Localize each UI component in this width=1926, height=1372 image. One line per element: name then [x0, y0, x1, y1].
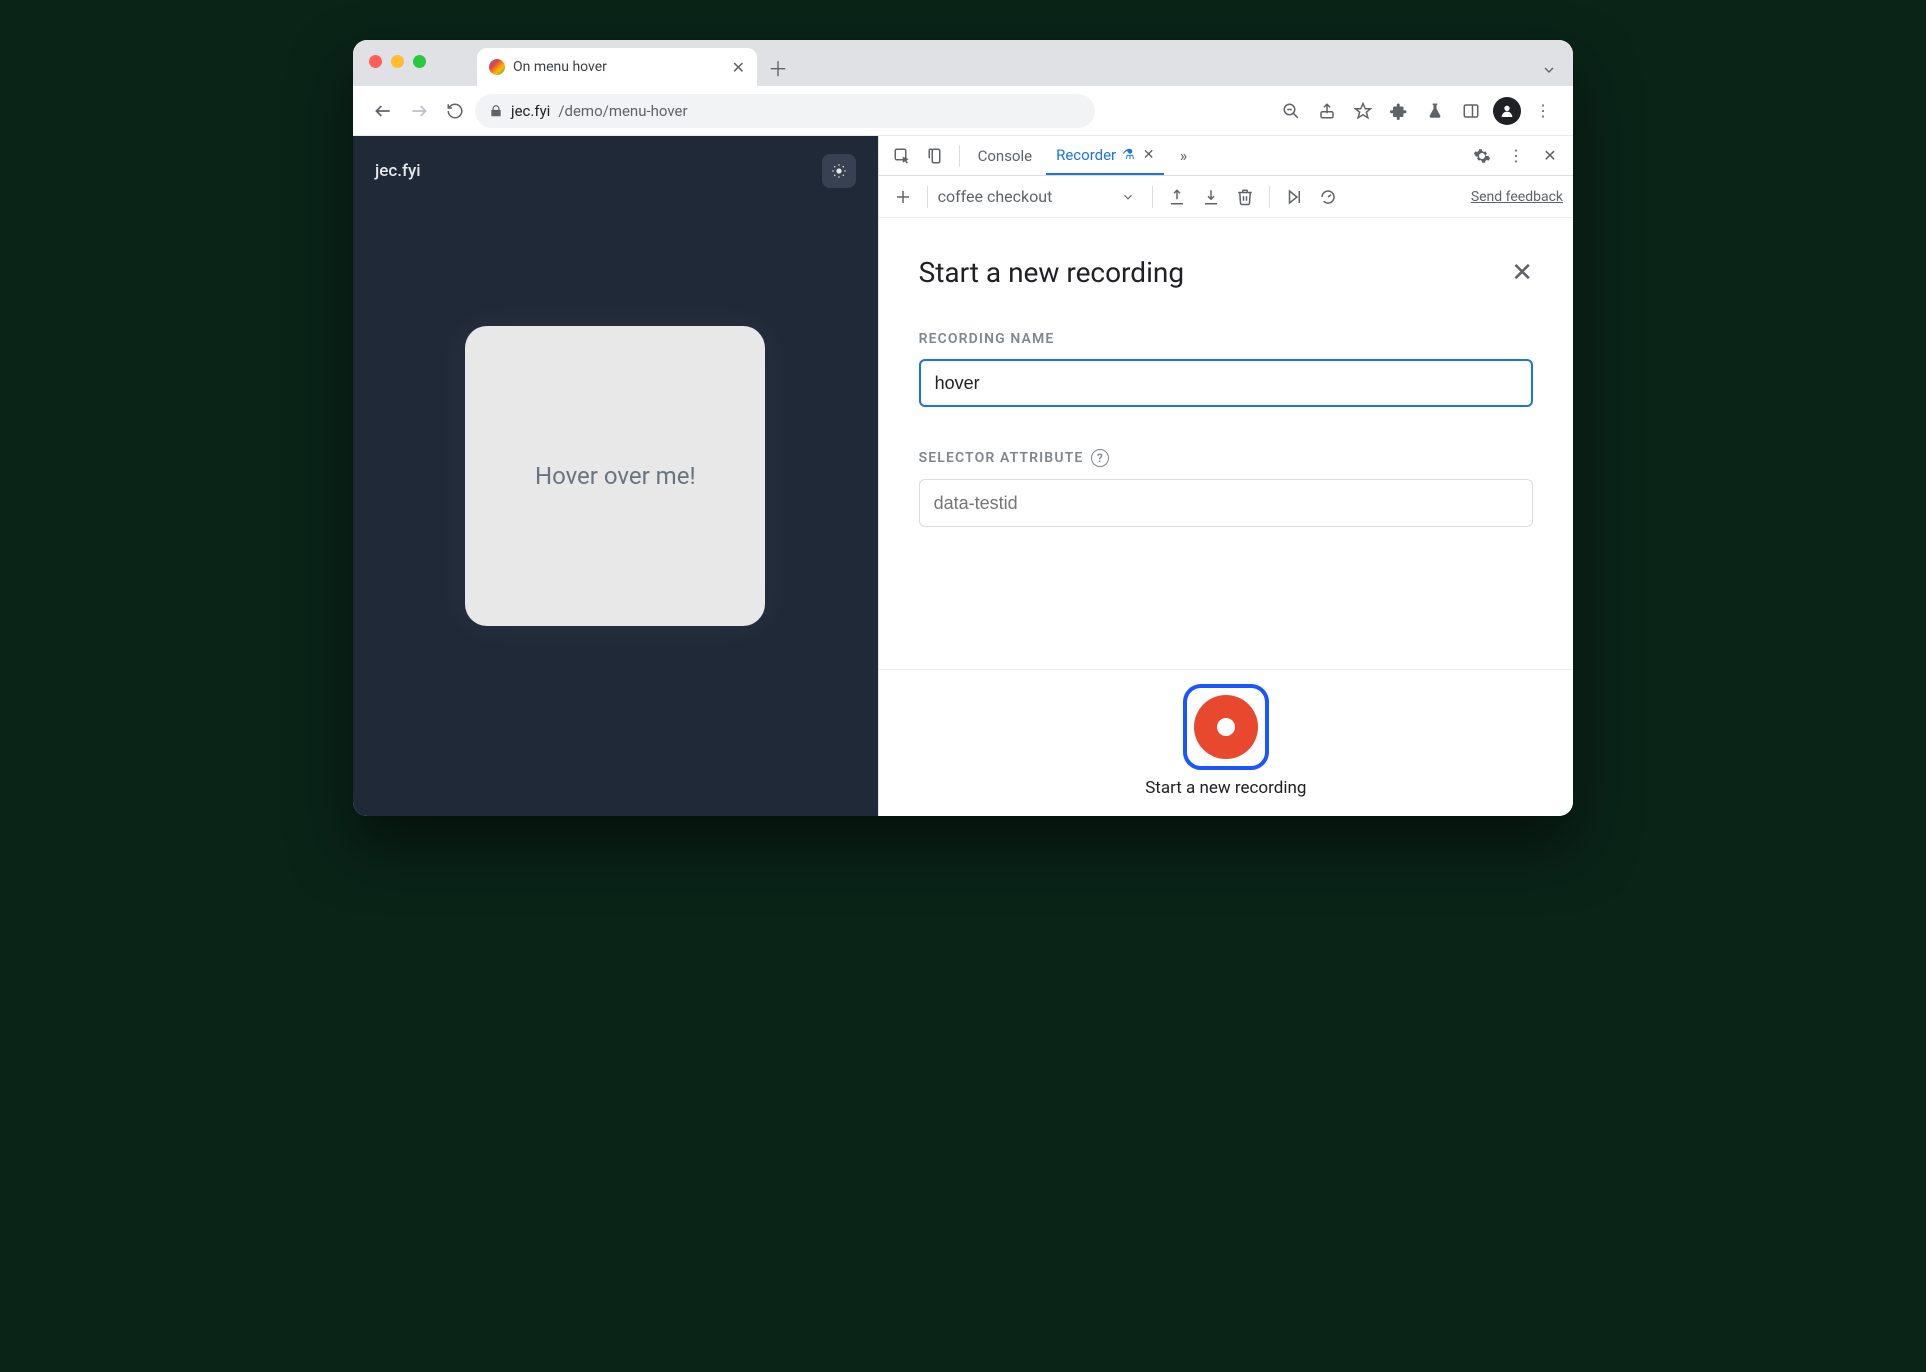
tab-strip: On menu hover ✕ ＋ — [477, 40, 793, 86]
extensions-icon[interactable] — [1383, 95, 1415, 127]
share-icon[interactable] — [1311, 95, 1343, 127]
tab-recorder-close-icon[interactable]: ✕ — [1143, 147, 1155, 163]
experimental-flask-icon: ⚗ — [1122, 147, 1135, 163]
titlebar: On menu hover ✕ ＋ — [353, 40, 1573, 86]
reload-button[interactable] — [439, 95, 471, 127]
labs-flask-icon[interactable] — [1419, 95, 1451, 127]
export-icon[interactable] — [1163, 183, 1191, 211]
delete-icon[interactable] — [1231, 183, 1259, 211]
recorder-panel-close-icon[interactable]: ✕ — [1511, 258, 1533, 288]
zoom-out-icon[interactable] — [1275, 95, 1307, 127]
device-toggle-icon[interactable] — [921, 141, 951, 171]
profile-avatar[interactable] — [1491, 95, 1523, 127]
import-icon[interactable] — [1197, 183, 1225, 211]
toolbar-actions: ⋮ — [1275, 95, 1559, 127]
tab-console[interactable]: Console — [968, 136, 1043, 175]
window-controls — [369, 55, 426, 68]
tab-close-icon[interactable]: ✕ — [732, 58, 745, 77]
maximize-window-button[interactable] — [413, 55, 426, 68]
devtools-pane: Console Recorder ⚗ ✕ » ⋮ ✕ — [878, 136, 1573, 816]
url-path: /demo/menu-hover — [558, 102, 687, 120]
inspect-element-icon[interactable] — [887, 141, 917, 171]
favicon-icon — [489, 59, 505, 75]
tab-expand-button[interactable] — [1541, 62, 1557, 78]
recorder-body: Start a new recording ✕ RECORDING NAME S… — [879, 218, 1573, 669]
close-window-button[interactable] — [369, 55, 382, 68]
minimize-window-button[interactable] — [391, 55, 404, 68]
browser-tab[interactable]: On menu hover ✕ — [477, 48, 757, 86]
devtools-tabbar: Console Recorder ⚗ ✕ » ⋮ ✕ — [879, 136, 1573, 176]
nav-toolbar: jec.fyi/demo/menu-hover ⋮ — [353, 86, 1573, 136]
record-icon — [1194, 695, 1258, 759]
hover-card[interactable]: Hover over me! — [465, 326, 765, 626]
recorder-toolbar: coffee checkout Send feedback — [879, 176, 1573, 218]
address-bar[interactable]: jec.fyi/demo/menu-hover — [475, 94, 1095, 128]
recording-name-label: RECORDING NAME — [919, 331, 1533, 347]
start-recording-label: Start a new recording — [1145, 778, 1306, 798]
hover-card-text: Hover over me! — [535, 462, 696, 490]
selector-attribute-label: SELECTOR ATTRIBUTE ? — [919, 449, 1533, 467]
tab-title: On menu hover — [513, 59, 724, 75]
send-feedback-link[interactable]: Send feedback — [1471, 189, 1563, 205]
devtools-menu-icon[interactable]: ⋮ — [1501, 141, 1531, 171]
sidepanel-icon[interactable] — [1455, 95, 1487, 127]
recorder-heading: Start a new recording — [919, 256, 1184, 289]
devtools-close-icon[interactable]: ✕ — [1535, 141, 1565, 171]
browser-menu-icon[interactable]: ⋮ — [1527, 95, 1559, 127]
back-button[interactable] — [367, 95, 399, 127]
tab-recorder[interactable]: Recorder ⚗ ✕ — [1046, 136, 1164, 175]
url-host: jec.fyi — [511, 102, 550, 120]
bookmark-star-icon[interactable] — [1347, 95, 1379, 127]
devtools-settings-icon[interactable] — [1467, 141, 1497, 171]
replay-speed-icon[interactable] — [1314, 183, 1342, 211]
recording-select[interactable]: coffee checkout — [938, 183, 1108, 210]
recording-name-input[interactable] — [919, 359, 1533, 407]
forward-button[interactable] — [403, 95, 435, 127]
add-recording-button[interactable] — [889, 183, 917, 211]
selector-attribute-input[interactable] — [919, 479, 1533, 527]
play-step-icon[interactable] — [1280, 183, 1308, 211]
new-tab-button[interactable]: ＋ — [763, 52, 793, 82]
start-recording-button[interactable] — [1183, 684, 1269, 770]
webpage-pane: jec.fyi Hover over me! — [353, 136, 878, 816]
lock-icon — [489, 104, 503, 118]
more-tabs-icon[interactable]: » — [1168, 141, 1198, 171]
select-chevron-icon[interactable] — [1114, 183, 1142, 211]
help-icon[interactable]: ? — [1091, 449, 1109, 467]
browser-window: On menu hover ✕ ＋ jec.fyi/demo/menu-hove… — [353, 40, 1573, 816]
content-area: jec.fyi Hover over me! — [353, 136, 1573, 816]
recorder-footer: Start a new recording — [879, 669, 1573, 816]
